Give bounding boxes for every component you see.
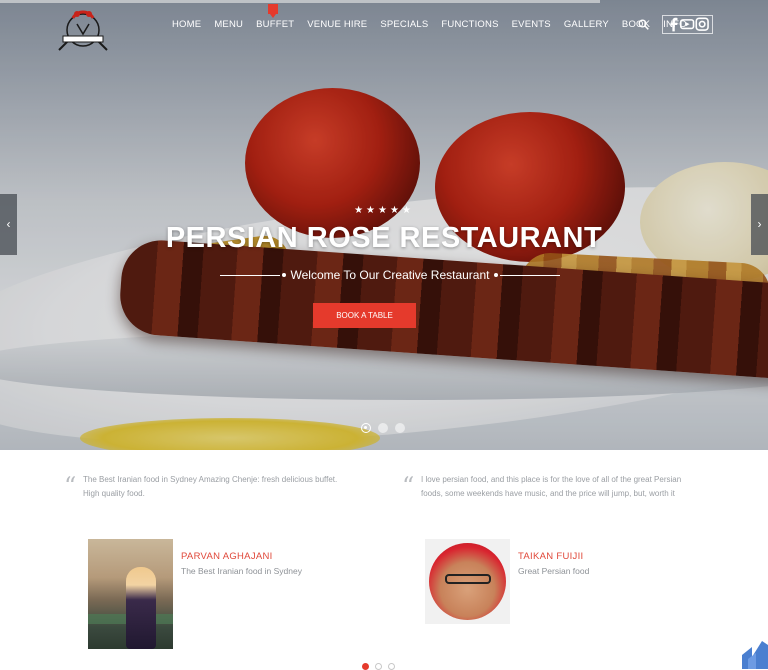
logo-icon[interactable] [55,6,111,52]
social-links [662,15,713,34]
avatar [425,539,510,624]
next-slide-button[interactable]: › [751,194,768,255]
slide-dot-1[interactable] [361,423,371,433]
chat-widget-icon[interactable] [738,637,768,669]
testimonial-card: PARVAN AGHAJANI The Best Iranian food in… [88,539,388,649]
main-nav: HOME MENU BUFFET VENUE HIRE SPECIALS FUN… [172,19,693,30]
reviewer-caption: The Best Iranian food in Sydney [181,566,302,576]
nav-item-gallery[interactable]: GALLERY [564,19,609,30]
avatar [88,539,173,649]
slide-dot-2[interactable] [378,423,388,433]
book-a-table-button[interactable]: BOOK A TABLE [313,303,416,328]
rating-stars: ★★★★★ [354,205,414,216]
search-icon[interactable] [638,19,649,30]
quote-icon: “ [402,472,415,500]
youtube-icon[interactable] [680,17,695,31]
buffet-badge-icon [268,4,278,18]
testimonial-text: I love persian food, and this place is f… [421,475,682,498]
hero-subtitle: Welcome To Our Creative Restaurant [290,268,490,282]
testimonial-card: TAIKAN FUIJII Great Persian food [425,539,725,649]
facebook-icon[interactable] [666,17,680,32]
nav-item-venue-hire[interactable]: VENUE HIRE [307,19,367,30]
nav-item-menu[interactable]: MENU [214,19,243,30]
instagram-icon[interactable] [695,17,709,32]
slider-pagination [361,423,405,433]
hero-subtitle-wrap: Welcome To Our Creative Restaurant [220,268,560,284]
nav-item-buffet[interactable]: BUFFET [256,19,294,30]
reviewer-caption: Great Persian food [518,566,590,576]
slide-dot-3[interactable] [395,423,405,433]
testimonial-text: The Best Iranian food in Sydney Amazing … [83,475,338,498]
hero-slider: HOME MENU BUFFET VENUE HIRE SPECIALS FUN… [0,0,768,450]
hero-title: PERSIAN ROSE RESTAURANT [165,222,603,254]
reviewer-name: TAIKAN FUIJII [518,551,584,562]
reviewer-name: PARVAN AGHAJANI [181,551,273,562]
nav-item-functions[interactable]: FUNCTIONS [441,19,498,30]
quote-icon: “ [64,472,77,500]
nav-item-specials[interactable]: SPECIALS [380,19,428,30]
nav-item-home[interactable]: HOME [172,19,201,30]
prev-slide-button[interactable]: ‹ [0,194,17,255]
nav-item-events[interactable]: EVENTS [512,19,551,30]
